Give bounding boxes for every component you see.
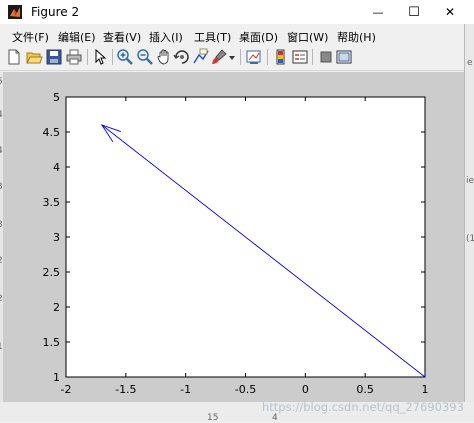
background-window-edge: e ie (1 bbox=[464, 24, 474, 422]
toolbar-separator bbox=[267, 49, 268, 65]
menu-edit[interactable]: 编辑(E) bbox=[58, 29, 96, 45]
maximize-icon: ☐ bbox=[408, 4, 420, 20]
menu-tools[interactable]: 工具(T) bbox=[194, 29, 231, 45]
menu-view[interactable]: 查看(V) bbox=[103, 29, 141, 45]
toolbar-separator bbox=[87, 49, 88, 65]
menu-help[interactable]: 帮助(H) bbox=[337, 29, 376, 45]
print-icon[interactable] bbox=[65, 48, 83, 66]
background-text: e bbox=[467, 58, 473, 68]
background-text: ie bbox=[466, 176, 474, 186]
y-tick-label: 3 bbox=[53, 231, 60, 244]
zoom-in-icon[interactable] bbox=[116, 48, 134, 66]
figure-toolbar bbox=[0, 45, 464, 71]
toolbar-separator bbox=[240, 49, 241, 65]
y-tick-label: 3.5 bbox=[43, 196, 61, 209]
y-tick-label: 2 bbox=[53, 301, 60, 314]
x-tick-label: 0 bbox=[302, 383, 309, 396]
menu-file[interactable]: 文件(F) bbox=[12, 29, 49, 45]
toolbar-separator bbox=[112, 49, 113, 65]
watermark-text: https://blog.csdn.net/qq_27690393 bbox=[262, 400, 464, 414]
x-tick-label: -1.5 bbox=[115, 383, 136, 396]
new-figure-icon[interactable] bbox=[5, 48, 23, 66]
y-tick-label: 1.5 bbox=[43, 336, 61, 349]
x-tick-label: 0.5 bbox=[356, 383, 374, 396]
insert-colorbar-icon[interactable] bbox=[272, 48, 290, 66]
y-tick-label: 4 bbox=[53, 161, 60, 174]
close-button[interactable]: ✕ bbox=[428, 0, 472, 24]
window-title: Figure 2 bbox=[31, 5, 80, 19]
x-tick-label: -2 bbox=[61, 383, 72, 396]
y-tick-label: 2.5 bbox=[43, 266, 61, 279]
toolbar-separator bbox=[312, 49, 313, 65]
title-bar: Figure 2 — ☐ ✕ bbox=[0, 0, 474, 24]
menu-window[interactable]: 窗口(W) bbox=[287, 29, 328, 45]
x-tick-label: -1 bbox=[180, 383, 191, 396]
matlab-logo-icon bbox=[8, 5, 22, 19]
y-tick-label: 1 bbox=[53, 371, 60, 384]
rotate-3d-icon[interactable] bbox=[173, 48, 191, 66]
brush-icon[interactable] bbox=[210, 48, 228, 66]
edit-plot-arrow-icon[interactable] bbox=[91, 48, 109, 66]
link-plot-icon[interactable] bbox=[245, 48, 263, 66]
save-icon[interactable] bbox=[45, 48, 63, 66]
figure-canvas: -2 -1.5 -1 -0.5 0 0.5 1 1 1.5 2 2.5 3 3.5 4 4.5 5 bbox=[3, 72, 464, 402]
zoom-out-icon[interactable] bbox=[136, 48, 154, 66]
plot-svg: -2 -1.5 -1 -0.5 0 0.5 1 1 1.5 2 2.5 3 3.5 4 4.5 5 bbox=[43, 91, 429, 396]
x-tick-label: -0.5 bbox=[235, 383, 256, 396]
hide-plot-tools-icon[interactable] bbox=[317, 48, 335, 66]
data-cursor-icon[interactable] bbox=[192, 48, 210, 66]
brush-dropdown-icon[interactable] bbox=[228, 55, 236, 61]
y-tick-label: 5 bbox=[53, 91, 60, 104]
open-file-icon[interactable] bbox=[25, 48, 43, 66]
close-icon: ✕ bbox=[444, 5, 456, 19]
x-tick-label: 1 bbox=[422, 383, 429, 396]
menu-bar: 文件(F) 编辑(E) 查看(V) 插入(I) 工具(T) 桌面(D) 窗口(W… bbox=[0, 26, 464, 45]
show-plot-tools-icon[interactable] bbox=[335, 48, 353, 66]
insert-legend-icon[interactable] bbox=[291, 48, 309, 66]
menu-insert[interactable]: 插入(I) bbox=[149, 29, 183, 45]
background-text: (1 bbox=[466, 234, 474, 244]
menu-desktop[interactable]: 桌面(D) bbox=[239, 29, 278, 45]
minimize-icon: — bbox=[372, 5, 384, 19]
y-tick-label: 4.5 bbox=[43, 126, 61, 139]
pan-hand-icon[interactable] bbox=[155, 48, 173, 66]
